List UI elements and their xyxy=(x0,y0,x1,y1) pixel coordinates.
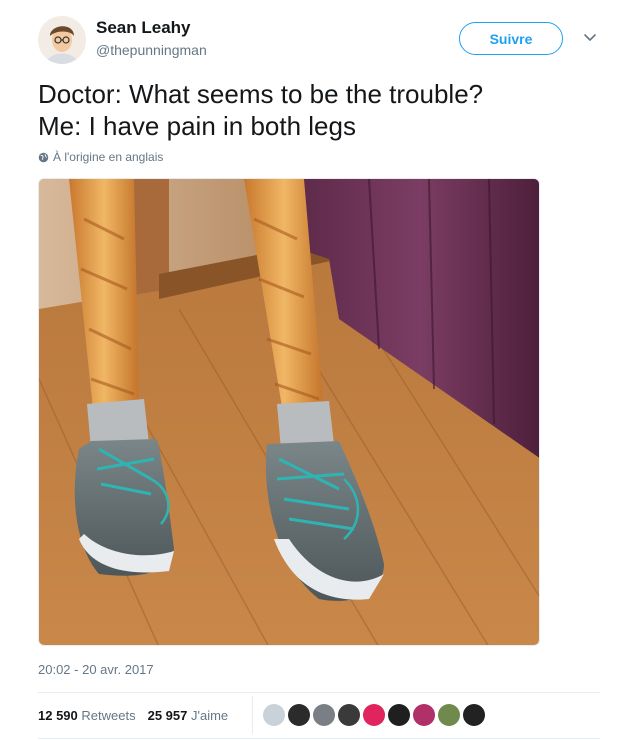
liker-avatar[interactable] xyxy=(413,704,435,726)
liker-avatar[interactable] xyxy=(263,704,285,726)
likes-stat[interactable]: 25 957 J'aime xyxy=(148,708,229,723)
liker-avatar[interactable] xyxy=(463,704,485,726)
follow-button[interactable]: Suivre xyxy=(459,22,563,55)
tweet-stats: 12 590 Retweets 25 957 J'aime xyxy=(38,708,228,723)
retweets-label: Retweets xyxy=(81,708,136,723)
liker-avatar[interactable] xyxy=(388,704,410,726)
likes-count: 25 957 xyxy=(147,708,188,723)
liker-avatar[interactable] xyxy=(338,704,360,726)
display-name[interactable]: Sean Leahy xyxy=(96,18,191,38)
liker-avatars xyxy=(263,704,485,726)
tweet-text: Doctor: What seems to be the trouble? Me… xyxy=(38,79,484,141)
retweets-count: 12 590 xyxy=(38,708,78,723)
tweet-timestamp[interactable]: 20:02 - 20 avr. 2017 xyxy=(38,662,154,677)
liker-avatar[interactable] xyxy=(288,704,310,726)
avatar[interactable] xyxy=(38,16,86,64)
divider xyxy=(38,692,600,693)
liker-avatar[interactable] xyxy=(313,704,335,726)
translate-label: À l'origine en anglais xyxy=(53,150,164,164)
translate-link[interactable]: À l'origine en anglais xyxy=(38,150,163,164)
liker-avatar[interactable] xyxy=(363,704,385,726)
chevron-down-icon[interactable] xyxy=(582,30,598,46)
user-handle[interactable]: @thepunningman xyxy=(96,42,207,58)
globe-icon xyxy=(38,152,49,162)
stats-separator xyxy=(252,696,253,734)
tweet-photo[interactable] xyxy=(38,178,540,646)
likes-label: J'aime xyxy=(190,708,229,723)
divider xyxy=(38,738,600,739)
retweets-stat[interactable]: 12 590 Retweets xyxy=(38,708,136,723)
liker-avatar[interactable] xyxy=(438,704,460,726)
